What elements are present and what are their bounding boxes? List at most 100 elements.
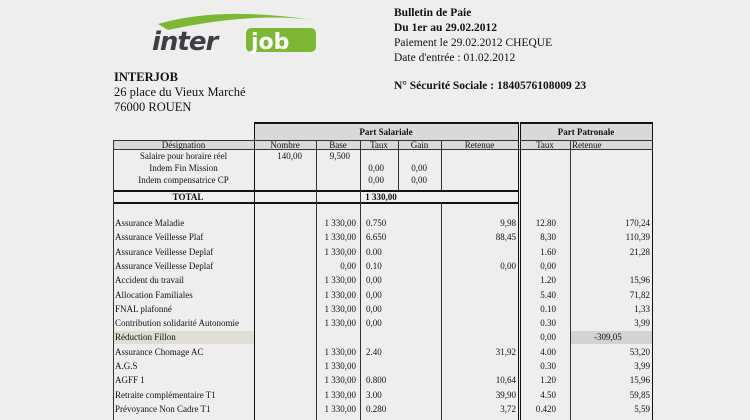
- contribution-patronal-taux: 0.30: [540, 318, 556, 329]
- contribution-patronal-taux: 1.20: [540, 275, 556, 286]
- contribution-retenue: 88,45: [495, 232, 516, 243]
- table-rule: [518, 122, 519, 420]
- contribution-taux: 0,00: [366, 303, 382, 314]
- header-top-rule: [520, 122, 652, 124]
- table-rule: [316, 140, 317, 420]
- contribution-retenue: 10,64: [495, 375, 516, 386]
- contribution-designation: Assurance Maladie: [115, 218, 185, 228]
- contribution-patronal-retenue: 110,39: [625, 232, 650, 243]
- contribution-taux: 2.40: [366, 346, 382, 357]
- contribution-taux: 3.00: [366, 389, 382, 400]
- contribution-patronal-retenue: 15,96: [629, 275, 650, 286]
- group-salariale-label: Part Salariale: [359, 127, 413, 137]
- table-rule: [113, 140, 254, 141]
- contribution-base: 1 330,00: [324, 218, 357, 228]
- contribution-patronal-taux: 1.20: [540, 375, 556, 386]
- table-rule: [113, 140, 114, 420]
- contribution-taux: 0.10: [366, 260, 382, 271]
- table-rule: [652, 122, 653, 420]
- contribution-taux: 0,00: [366, 318, 382, 329]
- contribution-patronal-retenue: -309,05: [594, 332, 622, 343]
- contribution-base: 1 330,00: [324, 246, 357, 257]
- table-rule: [520, 140, 652, 141]
- group-patronale-label: Part Patronale: [557, 127, 615, 137]
- payslip-page: inter job INTERJOB 26 place du Vieux Mar…: [0, 0, 750, 420]
- top-row-designation: Salaire pour horaire réel: [139, 151, 228, 161]
- table-rule: [398, 140, 399, 190]
- contribution-patronal-retenue: 53,20: [629, 346, 650, 357]
- contribution-patronal-taux: 0.10: [540, 303, 556, 314]
- contribution-patronal-taux: 8,30: [540, 232, 556, 243]
- vline-nombre: [254, 122, 255, 420]
- contribution-designation: Contribution solidarité Autonomie: [115, 318, 239, 329]
- contribution-taux: 6.650: [366, 232, 387, 243]
- contribution-base: 1 330,00: [324, 403, 357, 414]
- contribution-patronal-retenue: 15,96: [629, 375, 650, 386]
- contribution-taux: 0,00: [366, 289, 382, 300]
- contribution-patronal-retenue: 5,59: [634, 403, 650, 414]
- contribution-patronal-taux: 5.40: [540, 289, 556, 300]
- contribution-designation: AGFF 1: [115, 375, 145, 386]
- contribution-designation: Assurance Veillesse Deplaf: [115, 246, 214, 257]
- contribution-base: 1 330,00: [324, 318, 357, 329]
- total-label: TOTAL: [172, 192, 204, 202]
- contribution-designation: Allocation Familiales: [115, 289, 193, 300]
- contribution-retenue: 0,00: [500, 260, 516, 271]
- contribution-patronal-retenue: 59,85: [629, 389, 650, 400]
- contribution-patronal-taux: 12.80: [535, 218, 556, 228]
- contribution-designation: Accident du travail: [115, 275, 184, 286]
- contribution-taux: 0.800: [366, 375, 387, 386]
- contribution-designation: A.G.S: [115, 361, 138, 371]
- contribution-patronal-taux: 1.60: [540, 246, 556, 257]
- contribution-base: 1 330,00: [324, 346, 357, 357]
- contribution-patronal-retenue: 170,24: [625, 218, 650, 228]
- contribution-retenue: 9,98: [500, 218, 516, 228]
- table-rule: [254, 140, 518, 141]
- top-row-gain: 0,00: [411, 175, 427, 185]
- top-row-nombre: 140,00: [277, 151, 302, 161]
- contribution-patronal-retenue: 3,99: [634, 361, 650, 371]
- contribution-base: 1 330,00: [324, 275, 357, 286]
- contribution-designation: Prévoyance Non Cadre T1: [115, 403, 211, 414]
- contribution-patronal-taux: 4.50: [540, 389, 556, 400]
- contribution-base: 1 330,00: [324, 375, 357, 386]
- contribution-patronal-taux: 0.30: [540, 361, 556, 371]
- contribution-patronal-retenue: 21,28: [629, 246, 650, 257]
- contribution-base: 1 330,00: [324, 361, 357, 371]
- contribution-designation: Réduction Fillon: [115, 332, 176, 343]
- contribution-patronal-taux: 0.420: [535, 403, 556, 414]
- contribution-designation: FNAL plafonné: [115, 303, 172, 314]
- contribution-taux: 0.280: [366, 403, 387, 414]
- contribution-designation: Assurance Veillesse Deplaf: [115, 260, 214, 271]
- contribution-patronal-retenue: 1,33: [634, 303, 650, 314]
- top-row-designation: Indem Fin Mission: [149, 163, 218, 173]
- table-rule: [360, 140, 361, 420]
- table-rule: [441, 202, 442, 420]
- contribution-base: 0,00: [340, 260, 356, 271]
- top-row-designation: Indem compensatrice CP: [138, 175, 229, 185]
- contribution-patronal-taux: 4.00: [540, 346, 556, 357]
- top-row-taux: 0,00: [368, 163, 384, 173]
- contribution-taux: 0.00: [366, 246, 382, 257]
- contribution-base: 1 330,00: [324, 389, 357, 400]
- contribution-designation: Retraite complémentaire T1: [115, 389, 216, 400]
- contribution-base: 1 330,00: [324, 289, 357, 300]
- contribution-patronal-retenue: 3,99: [634, 318, 650, 329]
- contribution-base: 1 330,00: [324, 232, 357, 243]
- header-top-rule: [254, 122, 518, 124]
- table-rule: [441, 140, 442, 190]
- contribution-base: 1 330,00: [324, 303, 357, 314]
- contribution-designation: Assurance Chomage AC: [115, 346, 204, 357]
- top-row-taux: 0,00: [368, 175, 384, 185]
- total-value: 1 330,00: [365, 192, 397, 202]
- top-row-base: 9,500: [329, 151, 350, 161]
- contribution-patronal-taux: 0,00: [540, 332, 556, 343]
- contribution-retenue: 3,72: [500, 403, 516, 414]
- contribution-designation: Assurance Veillesse Plaf: [115, 232, 204, 243]
- contribution-retenue: 39,90: [495, 389, 516, 400]
- contribution-taux: 0.750: [366, 218, 387, 228]
- contribution-patronal-taux: 0,00: [540, 260, 556, 271]
- table-rule: [113, 149, 652, 150]
- table-rule: [520, 122, 521, 420]
- table-rule: [570, 140, 571, 420]
